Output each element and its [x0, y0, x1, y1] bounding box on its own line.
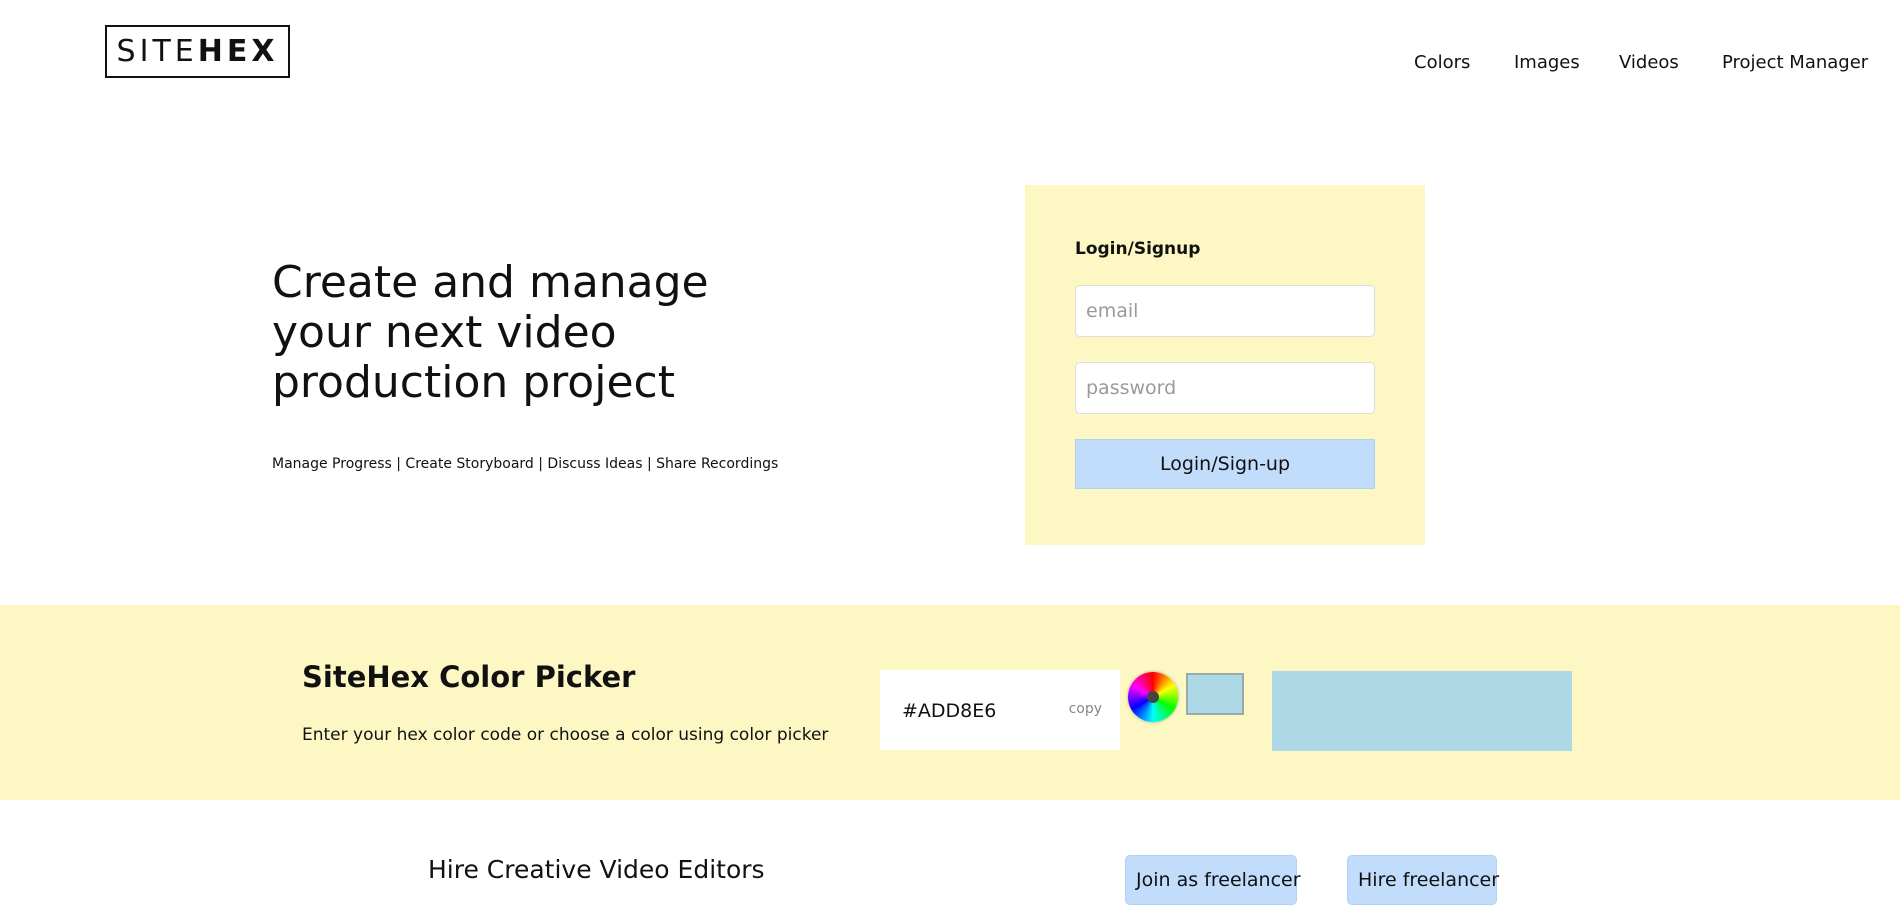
nav-project-manager[interactable]: Project Manager [1722, 52, 1868, 73]
color-wheel-icon[interactable] [1128, 672, 1178, 722]
color-preview [1272, 671, 1572, 751]
logo-text-site: SITE [116, 34, 198, 69]
hero-subtitle: Manage Progress | Create Storyboard | Di… [272, 456, 779, 472]
color-picker-description: Enter your hex color code or choose a co… [302, 725, 829, 745]
login-signup-button[interactable]: Login/Sign-up [1075, 439, 1375, 489]
email-field[interactable] [1075, 285, 1375, 337]
login-card: Login/Signup Login/Sign-up [1025, 185, 1425, 545]
hero-title-line: your next video [272, 307, 617, 358]
login-card-title: Login/Signup [1075, 239, 1201, 259]
copy-button[interactable]: copy [1069, 701, 1102, 717]
nav-colors[interactable]: Colors [1414, 52, 1470, 73]
nav-images[interactable]: Images [1514, 52, 1580, 73]
logo-text-hex: HEX [197, 34, 279, 69]
color-picker-title: SiteHex Color Picker [302, 660, 636, 694]
join-as-freelancer-button[interactable]: Join as freelancer [1125, 855, 1301, 905]
hero-title-line: production project [272, 357, 675, 408]
hex-color-input[interactable] [900, 670, 1054, 752]
hero-title: Create and manage your next video produc… [272, 258, 872, 408]
hero-title-line: Create and manage [272, 257, 709, 308]
color-input-swatch[interactable] [1186, 673, 1244, 715]
hire-freelancer-button[interactable]: Hire freelancer [1347, 855, 1499, 905]
nav-videos[interactable]: Videos [1619, 52, 1679, 73]
hire-section-title: Hire Creative Video Editors [428, 855, 765, 884]
sitehex-logo[interactable]: SITE HEX [105, 25, 290, 78]
color-picker-section: SiteHex Color Picker Enter your hex colo… [0, 605, 1900, 800]
color-wheel-center [1147, 691, 1159, 703]
hex-input-box: copy [880, 670, 1120, 752]
password-field[interactable] [1075, 362, 1375, 414]
